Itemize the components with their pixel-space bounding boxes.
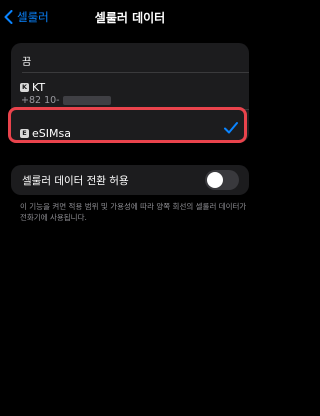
redacted-number-block <box>62 96 111 105</box>
line-option-kt[interactable]: K KT <box>20 77 45 96</box>
data-switching-label: 셀룰러 데이터 전환 허용 <box>22 175 129 187</box>
sim-badge-icon: E <box>20 129 29 138</box>
checkmark-icon[interactable] <box>222 119 240 137</box>
line-option-esim[interactable]: EeSIMsa <box>20 123 71 142</box>
phone-number-prefix: +82 10- <box>21 95 60 106</box>
line-name: KT <box>32 81 46 94</box>
toggle-knob <box>207 172 223 188</box>
phone-number: +82 10- <box>21 95 111 106</box>
divider <box>22 109 249 110</box>
data-switching-toggle[interactable] <box>205 170 239 190</box>
data-line-list: 끔 K KT +82 10- EeSIMsa <box>11 43 249 143</box>
cellular-data-screen: 셀룰러 셀룰러 데이터 끔 K KT +82 10- EeSIMsa 셀룰러 데이… <box>0 0 260 416</box>
sim-badge-icon: K <box>20 83 29 92</box>
line-option-off[interactable]: 끔 <box>22 53 31 68</box>
divider <box>22 72 249 73</box>
navigation-bar: 셀룰러 셀룰러 데이터 <box>0 0 260 34</box>
page-title: 셀룰러 데이터 <box>94 11 166 25</box>
footnote: 이 기능을 켜면 적용 범위 및 가용성에 따라 양쪽 회선의 셀룰러 데이터가… <box>20 202 247 222</box>
data-switching-row: 셀룰러 데이터 전환 허용 <box>11 165 249 195</box>
line-name: eSIMsa <box>32 127 71 140</box>
